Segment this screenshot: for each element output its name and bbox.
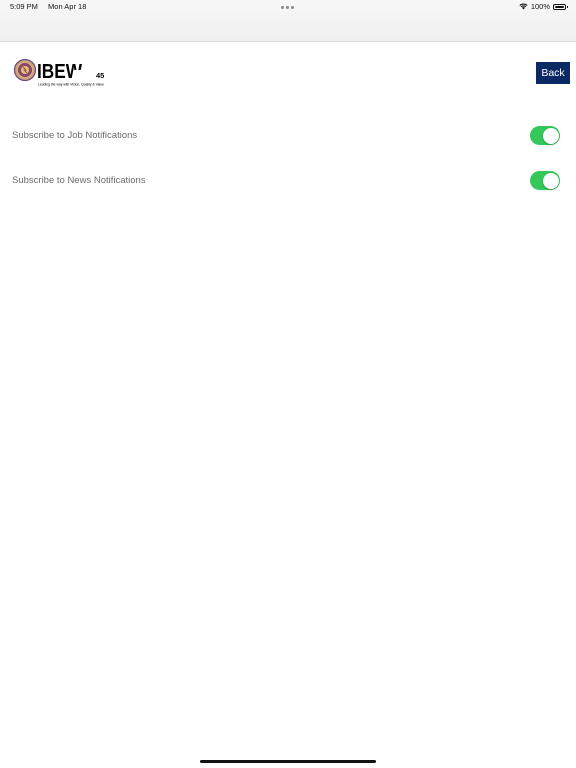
ibew-logo: IBEW 45 Leading the way with Vision, Qua… [14, 58, 104, 87]
wifi-icon [519, 3, 528, 10]
toggle-knob [542, 172, 559, 189]
svg-text:45: 45 [96, 71, 104, 80]
battery-percent: 100% [530, 2, 550, 11]
status-time: 5:09 PM [10, 2, 38, 11]
toggle-knob [542, 127, 559, 144]
status-time-date: 5:09 PM Mon Apr 18 [10, 2, 94, 11]
home-indicator[interactable] [200, 760, 376, 763]
svg-text:Leading the way with Vision, Q: Leading the way with Vision, Quality & V… [38, 83, 104, 87]
status-date: Mon Apr 18 [48, 2, 87, 11]
job-notifications-label: Subscribe to Job Notifications [12, 130, 138, 141]
news-notifications-toggle[interactable] [530, 171, 560, 190]
back-button[interactable]: Back [536, 62, 570, 84]
setting-row-news-notifications: Subscribe to News Notifications [0, 166, 576, 196]
status-indicators: 100% [519, 2, 568, 11]
setting-row-job-notifications: Subscribe to Job Notifications [0, 121, 576, 151]
battery-icon [553, 3, 568, 10]
job-notifications-toggle[interactable] [530, 126, 560, 145]
status-bar: 5:09 PM Mon Apr 18 100% [0, 0, 576, 42]
news-notifications-label: Subscribe to News Notifications [12, 175, 146, 186]
multitasking-dots-icon[interactable] [281, 6, 294, 9]
